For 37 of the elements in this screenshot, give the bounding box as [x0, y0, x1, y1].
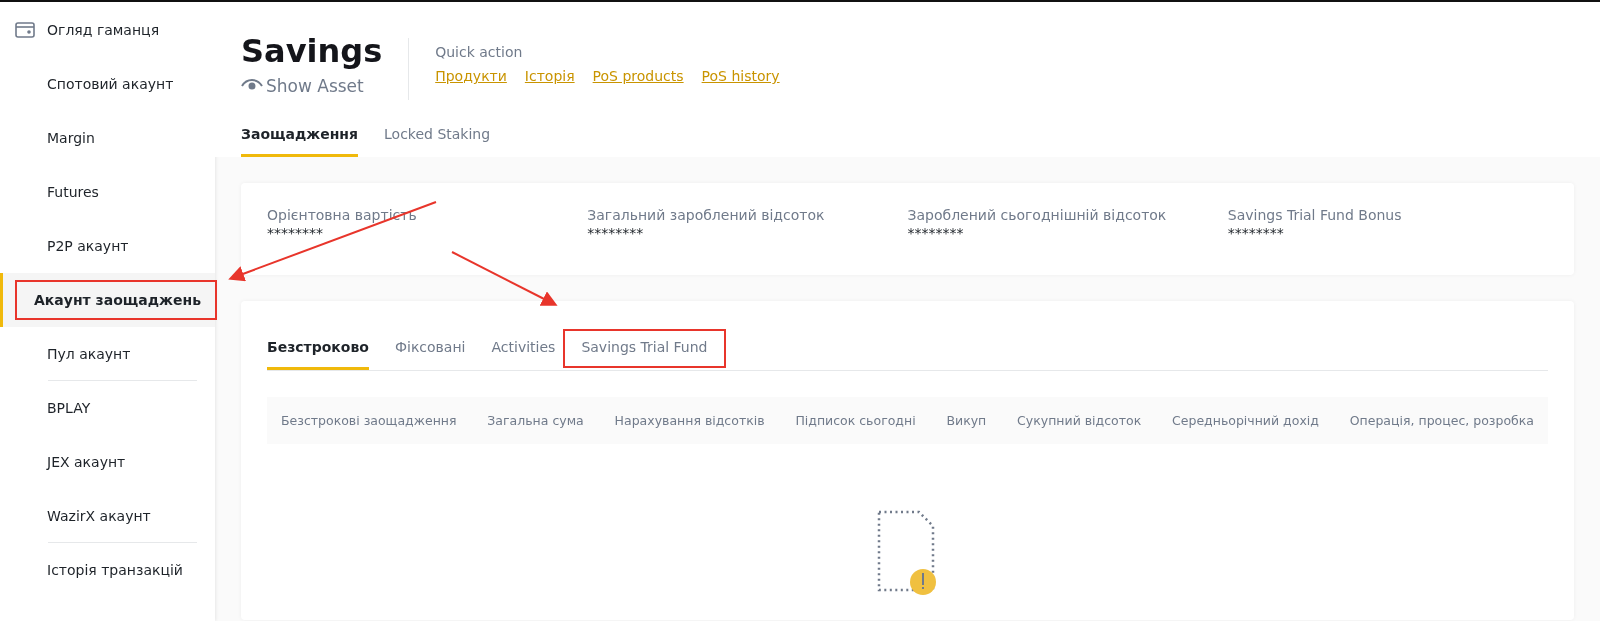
column-header: Сукупний відсоток [1017, 413, 1142, 428]
tab[interactable]: Savings Trial Fund [565, 331, 724, 366]
sidebar-item[interactable]: Пул акаунт [0, 327, 215, 381]
sidebar-item[interactable]: P2P акаунт [0, 219, 215, 273]
sidebar-item[interactable]: JEX акаунт [0, 435, 215, 489]
summary-value: ******** [587, 225, 645, 241]
sidebar-item[interactable]: Futures [0, 165, 215, 219]
tab[interactable]: Заощадження [241, 120, 358, 157]
sidebar-item[interactable]: Огляд гаманця [0, 3, 215, 57]
tab[interactable]: Безстроково [267, 331, 369, 370]
column-header: Операція, процес, розробка [1349, 413, 1534, 428]
sidebar-item[interactable]: BPLAY [0, 381, 215, 435]
column-header: Загальна сума [487, 413, 584, 428]
sidebar-item[interactable]: Margin [0, 111, 215, 165]
sidebar-item[interactable]: Історія транзакцій [0, 543, 215, 597]
sidebar-item[interactable]: Акаунт заощаджень [0, 273, 215, 327]
sidebar-item[interactable]: Спотовий акаунт [0, 57, 215, 111]
summary-label: Зароблений сьогоднішній відсоток [907, 207, 1168, 223]
column-header: Безстрокові заощадження [281, 413, 457, 428]
tab[interactable]: Locked Staking [384, 120, 491, 157]
column-header: Середньорічний дохід [1172, 413, 1319, 428]
summary-label: Savings Trial Fund Bonus [1227, 207, 1403, 223]
sidebar-item[interactable]: WazirX акаунт [0, 489, 215, 543]
column-header: Викуп [946, 413, 987, 428]
tab[interactable]: Activities [491, 331, 556, 370]
summary-value: ******** [267, 225, 324, 241]
wallet-icon [15, 22, 35, 38]
summary-value: ******** [907, 225, 965, 241]
summary-label: Загальний зароблений відсоток [587, 207, 826, 223]
column-header: Підписок сьогодні [795, 413, 916, 428]
summary-value: ******** [1227, 225, 1285, 241]
empty-document-icon [876, 510, 939, 596]
tab[interactable]: Фіксовані [394, 331, 466, 370]
show-asset-button[interactable]: Show Asset [241, 76, 383, 96]
page-title: Savings [241, 32, 383, 70]
column-header: Нарахування відсотків [614, 413, 765, 428]
quick-action-label: Quick action [435, 44, 524, 60]
